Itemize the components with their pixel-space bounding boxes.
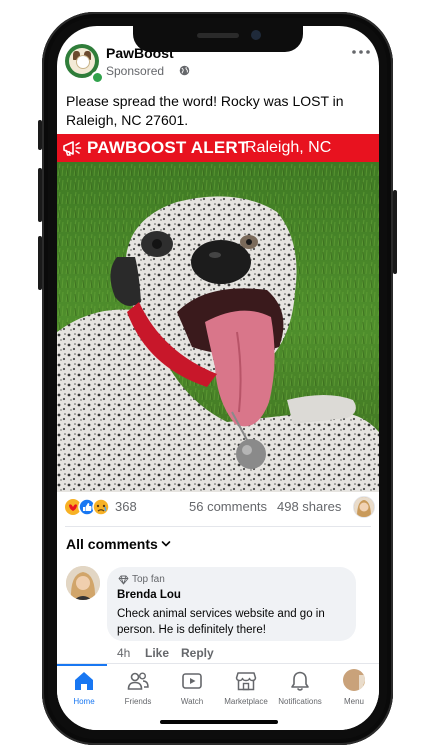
- active-tab-indicator: [57, 664, 107, 666]
- shares-count[interactable]: 498 shares: [277, 499, 341, 514]
- alert-banner: PAWBOOST ALERT Raleigh, NC: [57, 134, 379, 162]
- nav-marketplace[interactable]: Marketplace: [219, 664, 273, 714]
- nav-friends[interactable]: Friends: [111, 664, 165, 714]
- home-icon: [75, 672, 93, 690]
- viewer-avatar[interactable]: [353, 496, 375, 518]
- home-indicator-bar: [160, 720, 278, 724]
- engagement-stats: 368 56 comments 498 shares: [65, 496, 375, 520]
- watch-icon: [182, 673, 202, 689]
- phone-volume-down: [38, 236, 42, 290]
- comment-text: Check animal services website and go in …: [117, 608, 325, 636]
- sponsored-label: Sponsored: [106, 64, 165, 78]
- top-fan-badge-icon: [118, 575, 129, 585]
- comment-bubble: Top fan Brenda Lou Check animal services…: [107, 567, 356, 641]
- alert-title: PAWBOOST ALERT: [87, 138, 249, 157]
- megaphone-icon: [63, 141, 82, 156]
- comment-reply-button[interactable]: Reply: [181, 646, 214, 660]
- phone-notch: [133, 26, 303, 52]
- divider: [65, 526, 371, 527]
- online-status-dot: [91, 71, 104, 84]
- phone-volume-up: [38, 168, 42, 222]
- alert-location: Raleigh, NC: [245, 139, 332, 156]
- post-text: Please spread the word! Rocky was LOST i…: [66, 93, 344, 128]
- nav-watch[interactable]: Watch: [165, 664, 219, 714]
- reaction-count[interactable]: 368: [115, 499, 137, 514]
- phone-screen: PawBoost Sponsored Please spread the wor…: [57, 26, 379, 730]
- more-options-icon[interactable]: [351, 48, 371, 56]
- menu-avatar: [343, 669, 365, 691]
- commenter-name[interactable]: Brenda Lou: [117, 589, 181, 601]
- nav-home[interactable]: Home: [57, 664, 111, 714]
- phone-power-button: [393, 190, 397, 274]
- bell-icon: [291, 671, 309, 691]
- post-image[interactable]: PAWBOOST ALERT Raleigh, NC: [57, 134, 379, 492]
- commenter-avatar[interactable]: [66, 566, 100, 600]
- marketplace-icon: [235, 672, 257, 691]
- chevron-down-icon[interactable]: [161, 540, 171, 548]
- nav-notifications[interactable]: Notifications: [273, 664, 327, 714]
- top-fan-label: Top fan: [132, 574, 165, 585]
- globe-icon: [179, 65, 190, 76]
- lost-dog-photo: [57, 162, 379, 492]
- comments-count[interactable]: 56 comments: [189, 499, 267, 514]
- nav-menu[interactable]: Menu: [327, 664, 379, 714]
- reaction-icons[interactable]: [65, 498, 113, 516]
- comment-like-button[interactable]: Like: [145, 646, 169, 660]
- phone-side-button: [38, 120, 42, 150]
- friends-icon: [127, 672, 149, 690]
- all-comments-filter[interactable]: All comments: [66, 536, 158, 552]
- comment-time: 4h: [117, 646, 131, 660]
- nav-menu-label: Menu: [343, 697, 364, 706]
